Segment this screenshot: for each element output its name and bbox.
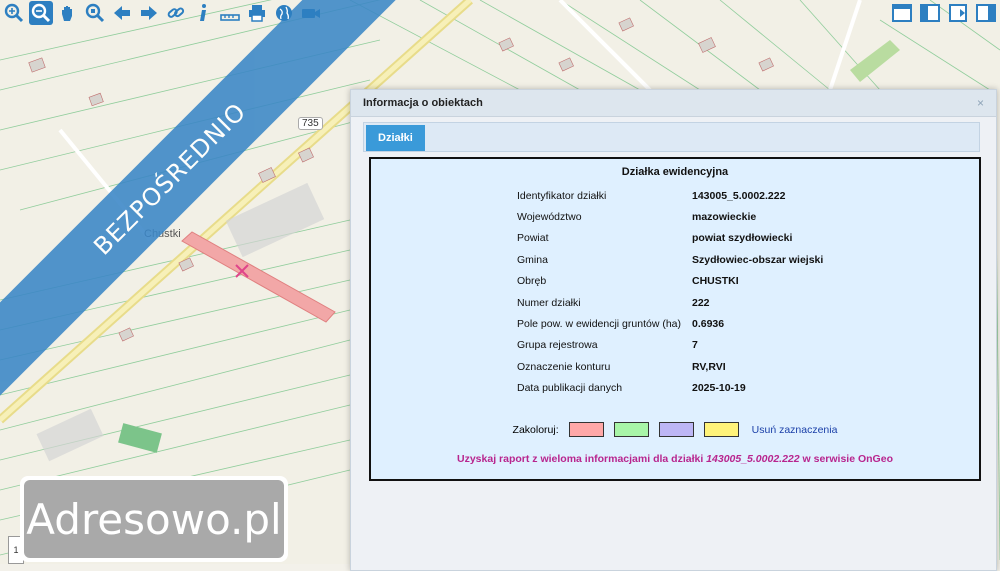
color-picker: Zakoloruj: Usuń zaznaczenia bbox=[371, 422, 979, 437]
attr-value: RV,RVI bbox=[692, 360, 726, 373]
layout-full-icon[interactable] bbox=[890, 1, 914, 25]
watermark-text: Adresowo.pl bbox=[26, 494, 282, 544]
attr-label: Grupa rejestrowa bbox=[517, 339, 598, 352]
attr-value: 143005_5.0002.222 bbox=[692, 189, 786, 202]
attr-value: 7 bbox=[692, 339, 698, 352]
attr-row: Data publikacji danych 2025-10-19 bbox=[517, 378, 937, 399]
attr-value: mazowieckie bbox=[692, 211, 757, 224]
swatch-red[interactable] bbox=[568, 422, 604, 437]
attr-value: 2025-10-19 bbox=[692, 382, 746, 395]
road-number-badge: 735 bbox=[298, 117, 323, 130]
parcel-attributes: Identyfikator działki 143005_5.0002.222 W… bbox=[517, 185, 937, 399]
swatch-purple[interactable] bbox=[658, 422, 694, 437]
attr-label: Numer działki bbox=[517, 296, 581, 309]
attr-row: Oznaczenie konturu RV,RVI bbox=[517, 356, 937, 377]
attr-row: Gmina Szydłowiec-obszar wiejski bbox=[517, 249, 937, 270]
tabs-bar: Działki bbox=[363, 122, 980, 152]
attr-label: Województwo bbox=[517, 211, 582, 224]
attr-row: Województwo mazowieckie bbox=[517, 206, 937, 227]
attr-label: Pole pow. w ewidencji gruntów (ha) bbox=[517, 318, 682, 331]
zoom-in-icon[interactable] bbox=[2, 1, 26, 25]
attr-value: 0.6936 bbox=[692, 318, 725, 331]
layout-split-icon[interactable] bbox=[918, 1, 942, 25]
attr-row: Obręb CHUSTKI bbox=[517, 271, 937, 292]
clear-selection-link[interactable]: Usuń zaznaczenia bbox=[752, 424, 838, 436]
swatch-green[interactable] bbox=[613, 422, 649, 437]
object-info-panel: Informacja o obiektach × Działki Działka… bbox=[350, 89, 997, 571]
arrow-right-icon[interactable] bbox=[137, 1, 161, 25]
report-parcel-id: 143005_5.0002.222 bbox=[706, 453, 800, 465]
attr-row: Identyfikator działki 143005_5.0002.222 bbox=[517, 185, 937, 206]
watermark-logo: Adresowo.pl bbox=[20, 476, 288, 562]
panel-header[interactable]: Informacja o obiektach × bbox=[351, 90, 996, 117]
attr-value: Szydłowiec-obszar wiejski bbox=[692, 253, 824, 266]
print-icon[interactable] bbox=[245, 1, 269, 25]
report-suffix: w serwisie OnGeo bbox=[802, 453, 893, 465]
arrow-left-icon[interactable] bbox=[110, 1, 134, 25]
attr-label: Powiat bbox=[517, 232, 549, 245]
attr-label: Gmina bbox=[517, 253, 548, 266]
measure-icon[interactable] bbox=[218, 1, 242, 25]
attr-label: Oznaczenie konturu bbox=[517, 360, 611, 373]
attr-label: Identyfikator działki bbox=[517, 189, 607, 202]
camera-icon[interactable] bbox=[299, 1, 323, 25]
attr-value: 222 bbox=[692, 296, 710, 309]
attr-value: CHUSTKI bbox=[692, 275, 739, 288]
swatch-yellow[interactable] bbox=[703, 422, 739, 437]
attr-value: powiat szydłowiecki bbox=[692, 232, 793, 245]
pan-hand-icon[interactable] bbox=[56, 1, 80, 25]
parcel-info-box: Działka ewidencyjna Identyfikator działk… bbox=[369, 157, 981, 481]
panel-toggle-icon[interactable] bbox=[974, 1, 998, 25]
report-prefix: Uzyskaj raport z wieloma informacjami dl… bbox=[457, 453, 704, 465]
report-link[interactable]: Uzyskaj raport z wieloma informacjami dl… bbox=[371, 453, 979, 465]
tab-dzialki[interactable]: Działki bbox=[366, 125, 425, 151]
attr-row: Pole pow. w ewidencji gruntów (ha) 0.6936 bbox=[517, 313, 937, 334]
color-label: Zakoloruj: bbox=[512, 423, 559, 436]
attr-row: Powiat powiat szydłowiecki bbox=[517, 228, 937, 249]
link-icon[interactable] bbox=[164, 1, 188, 25]
map-toolbar bbox=[0, 0, 325, 28]
section-title: Działka ewidencyjna bbox=[621, 166, 729, 178]
close-icon[interactable]: × bbox=[977, 96, 984, 110]
attr-row: Numer działki 222 bbox=[517, 292, 937, 313]
attr-label: Obręb bbox=[517, 275, 547, 288]
zoom-extent-icon[interactable] bbox=[83, 1, 107, 25]
globe-icon[interactable] bbox=[272, 1, 296, 25]
export-icon[interactable] bbox=[946, 1, 970, 25]
layout-toolbar bbox=[888, 0, 1000, 28]
zoom-out-icon[interactable] bbox=[29, 1, 53, 25]
info-icon[interactable] bbox=[191, 1, 215, 25]
attr-row: Grupa rejestrowa 7 bbox=[517, 335, 937, 356]
panel-title: Informacja o obiektach bbox=[363, 97, 483, 109]
attr-label: Data publikacji danych bbox=[517, 382, 623, 395]
